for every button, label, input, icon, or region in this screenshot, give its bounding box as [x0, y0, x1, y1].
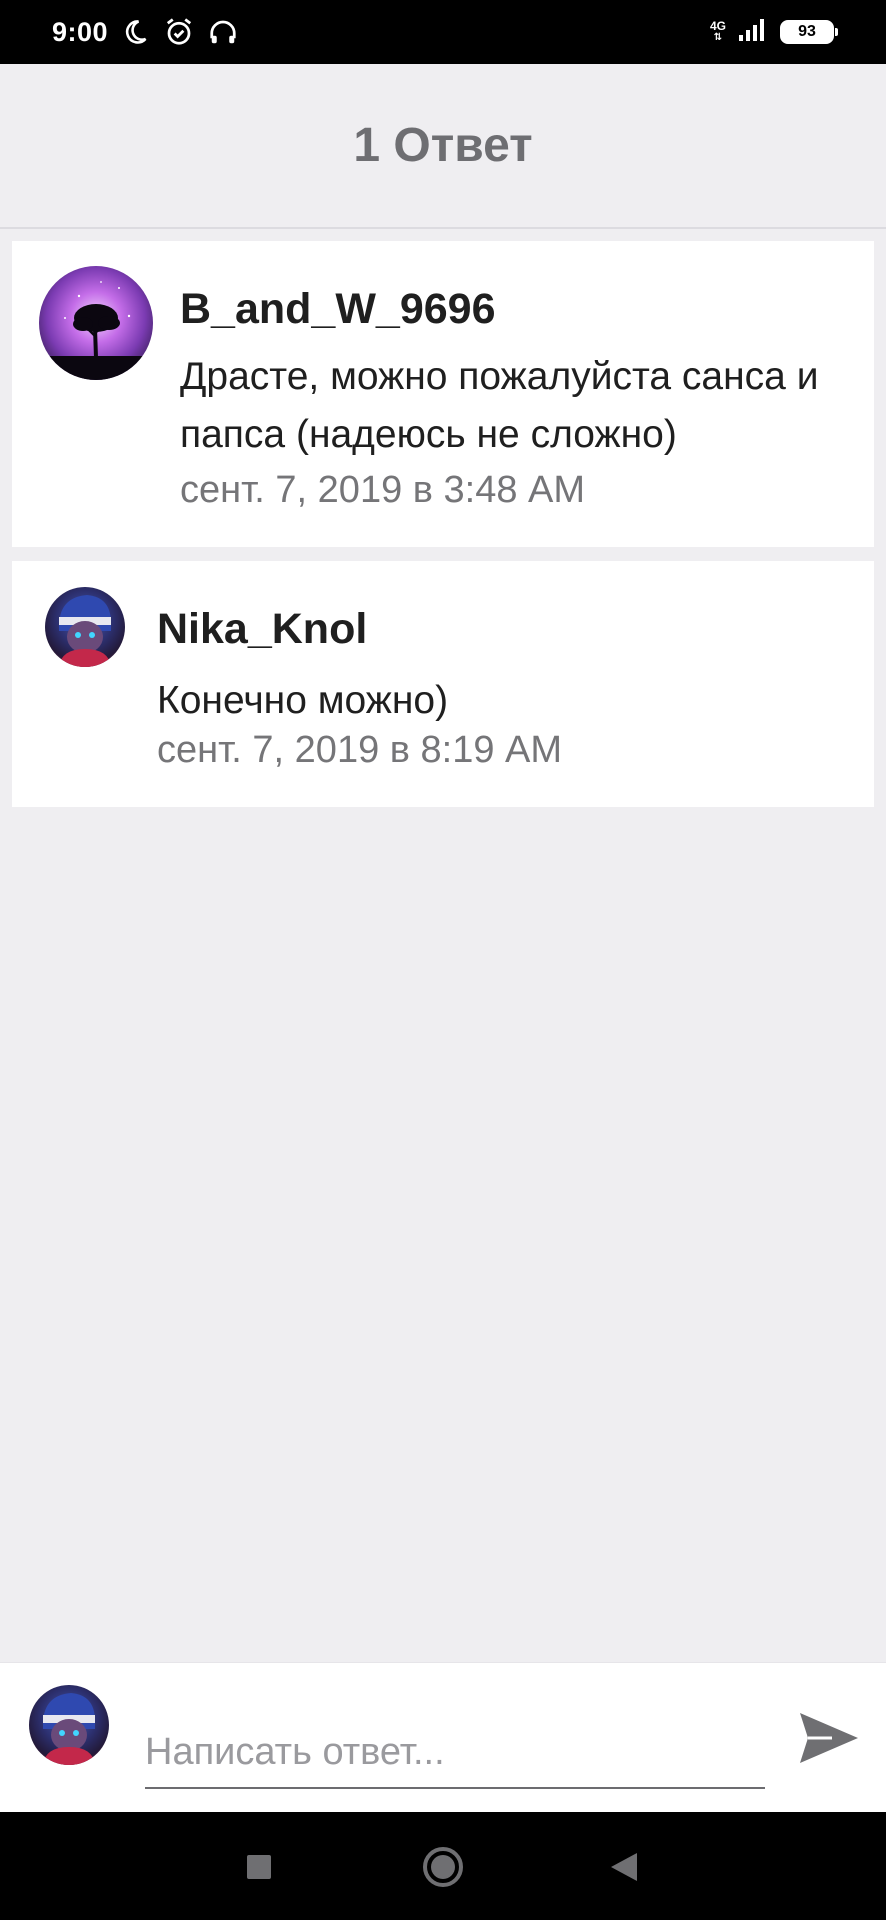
comment-username[interactable]: Nika_Knol [157, 605, 367, 654]
recent-apps-button[interactable] [236, 1844, 282, 1890]
status-time: 9:00 [52, 16, 109, 47]
comment-card[interactable]: B_and_W_9696 Драсте, можно пожалуйста са… [12, 241, 874, 547]
network-indicator: 4G ⇅ [710, 20, 726, 44]
character-avatar-icon [59, 595, 111, 667]
recent-apps-icon [247, 1855, 271, 1879]
tree-avatar-icon [39, 281, 153, 380]
my-avatar [29, 1685, 109, 1765]
header: 1 Ответ [0, 64, 886, 229]
battery-level: 93 [798, 23, 816, 40]
comment-username[interactable]: B_and_W_9696 [180, 285, 496, 334]
comment-timestamp: сент. 7, 2019 в 3:48 AM [180, 469, 586, 511]
status-right: 4G ⇅ 93 [710, 18, 838, 47]
character-avatar-icon [43, 1693, 95, 1765]
send-icon [800, 1713, 858, 1763]
comment-card[interactable]: Nika_Knol Конечно можно) сент. 7, 2019 в… [12, 561, 874, 807]
reply-bar [0, 1662, 886, 1812]
moon-icon [118, 15, 152, 49]
comment-message: Конечно можно) [157, 679, 449, 722]
status-left: 9:00 [52, 15, 240, 49]
page-title: 1 Ответ [353, 119, 533, 172]
signal-icon [738, 18, 768, 47]
back-icon [611, 1853, 637, 1881]
home-button[interactable] [420, 1844, 466, 1890]
avatar[interactable] [45, 587, 125, 667]
navigation-bar [0, 1812, 886, 1920]
status-bar: 9:00 4G ⇅ 93 [0, 0, 886, 64]
alarm-icon [162, 15, 196, 49]
network-type: 4G [709, 19, 726, 33]
home-icon [423, 1847, 463, 1887]
comment-timestamp: сент. 7, 2019 в 8:19 AM [157, 729, 563, 771]
send-button[interactable] [796, 1705, 862, 1771]
reply-input[interactable] [145, 1717, 765, 1789]
comment-message: Драсте, можно пожалуйста санса и папса (… [180, 355, 819, 456]
battery-icon: 93 [780, 20, 838, 44]
headphones-icon [206, 15, 240, 49]
data-arrows-icon: ⇅ [713, 32, 723, 43]
back-button[interactable] [601, 1844, 647, 1890]
avatar[interactable] [39, 266, 153, 380]
